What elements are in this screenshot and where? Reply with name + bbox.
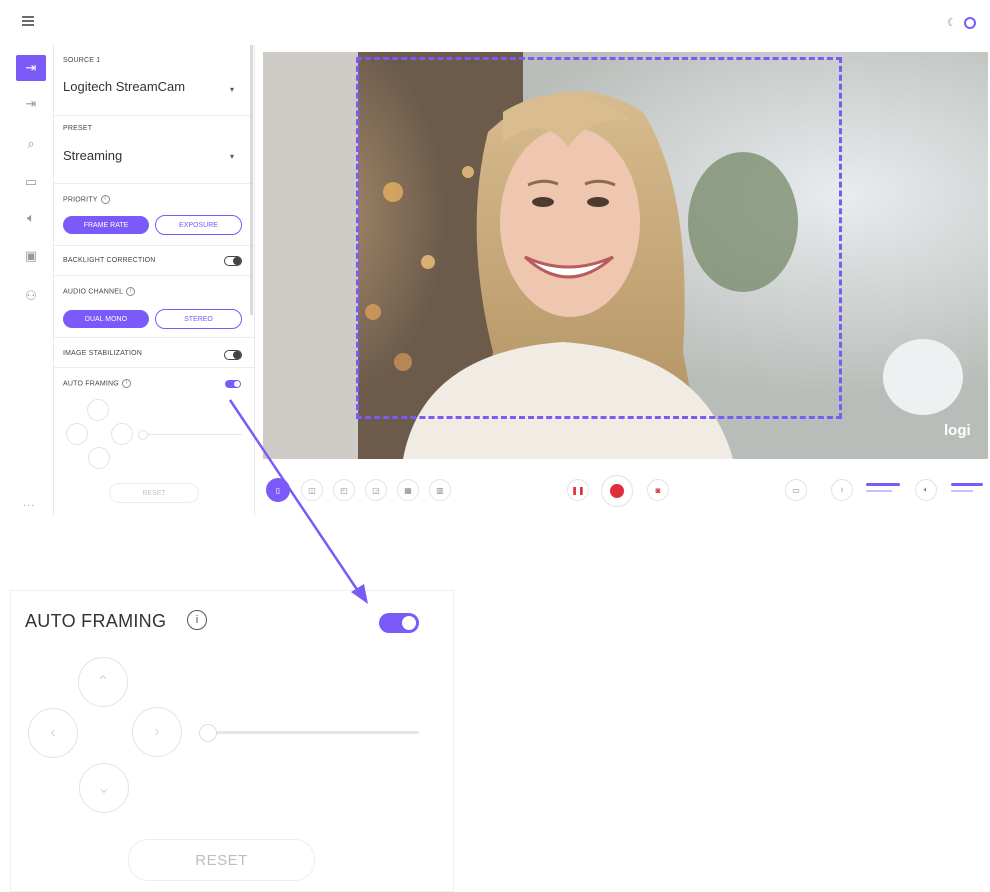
pan-down-button-large[interactable]: ⌄ xyxy=(79,763,129,813)
zoom-slider-knob-large[interactable] xyxy=(199,724,217,742)
pan-up-button[interactable] xyxy=(87,399,109,421)
dual-mono-button[interactable]: DUAL MONO xyxy=(63,310,149,328)
zoom-slider-track-large[interactable] xyxy=(207,731,419,734)
search-icon[interactable]: ⌕ xyxy=(16,131,46,157)
settings-icon[interactable] xyxy=(964,17,976,29)
layout-wide-icon[interactable]: ▥ xyxy=(429,479,451,501)
preset-label: PRESET xyxy=(63,125,93,132)
pan-left-button-large[interactable]: ‹ xyxy=(28,708,78,758)
stabilization-toggle[interactable] xyxy=(224,350,242,360)
pan-down-button[interactable] xyxy=(88,447,110,469)
audio-channel-label: AUDIO CHANNEL xyxy=(63,288,124,296)
top-bar: ☾ xyxy=(0,0,990,42)
pan-right-button-large[interactable]: › xyxy=(132,707,182,757)
speaker-icon[interactable]: 🔈︎ xyxy=(915,479,937,501)
reset-button[interactable]: RESET xyxy=(109,483,199,503)
priority-section: PRIORITY i FRAME RATE EXPOSURE xyxy=(54,183,254,246)
source-label: SOURCE 1 xyxy=(63,57,101,64)
stabilization-section: IMAGE STABILIZATION xyxy=(54,337,254,368)
layout-split-icon[interactable]: ◫ xyxy=(301,479,323,501)
preset-value[interactable]: Streaming xyxy=(63,148,122,163)
info-icon[interactable]: i xyxy=(187,610,207,630)
speaker-level-meter xyxy=(951,490,973,492)
record-button[interactable] xyxy=(601,475,633,507)
stereo-button[interactable]: STEREO xyxy=(155,309,242,329)
auto-framing-zoom-panel: AUTO FRAMING i ⌃ ‹ › ⌄ RESET xyxy=(10,590,454,892)
backlight-toggle[interactable] xyxy=(224,256,242,266)
pan-right-button[interactable] xyxy=(111,423,133,445)
control-bar: ▯ ◫ ◰ ◲ ▦ ▥ ❚❚ ◙ ▭ ♮ 🔈︎ xyxy=(263,474,988,507)
source-section[interactable]: SOURCE 1 Logitech StreamCam ▾ xyxy=(54,45,254,116)
auto-framing-toggle[interactable] xyxy=(225,380,241,388)
layout-pip-icon[interactable]: ◰ xyxy=(333,479,355,501)
moon-icon[interactable]: ☾ xyxy=(947,16,957,29)
backlight-section: BACKLIGHT CORRECTION xyxy=(54,245,254,276)
logi-watermark: logi xyxy=(944,422,971,439)
info-icon[interactable]: i xyxy=(121,379,131,388)
pan-left-button[interactable] xyxy=(66,423,88,445)
pause-icon[interactable]: ❚❚ xyxy=(567,479,589,501)
info-icon[interactable]: i xyxy=(126,287,136,296)
reset-button-large[interactable]: RESET xyxy=(128,839,315,881)
backlight-label: BACKLIGHT CORRECTION xyxy=(63,257,156,264)
layout-pip2-icon[interactable]: ◲ xyxy=(365,479,387,501)
chevron-down-icon[interactable]: ▾ xyxy=(230,152,234,161)
mic-level-meter xyxy=(866,490,892,492)
microphone-icon[interactable]: ♮ xyxy=(831,479,853,501)
stabilization-label: IMAGE STABILIZATION xyxy=(63,350,142,357)
zoom-slider-track[interactable] xyxy=(142,434,242,435)
speaker-icon[interactable]: 🔈︎ xyxy=(16,205,46,231)
auto-framing-label: AUTO FRAMING xyxy=(63,380,119,388)
info-icon[interactable]: i xyxy=(100,195,110,204)
priority-label: PRIORITY xyxy=(63,196,98,204)
layout-single-icon[interactable]: ▯ xyxy=(266,478,290,502)
more-icon[interactable]: ... xyxy=(23,497,35,509)
exposure-button[interactable]: EXPOSURE xyxy=(155,215,242,235)
camera-icon[interactable]: ▭ xyxy=(16,169,46,195)
source-2-icon[interactable]: ⇥ xyxy=(16,91,46,117)
menu-icon[interactable] xyxy=(22,16,34,26)
auto-framing-title: AUTO FRAMING xyxy=(25,611,167,631)
preset-section[interactable]: PRESET Streaming ▾ xyxy=(54,115,254,184)
settings-panel: SOURCE 1 Logitech StreamCam ▾ PRESET Str… xyxy=(53,45,255,515)
panel-scrollbar[interactable] xyxy=(250,45,253,315)
zoom-slider-knob[interactable] xyxy=(138,430,148,440)
source-value[interactable]: Logitech StreamCam xyxy=(63,79,185,94)
pan-up-button-large[interactable]: ⌃ xyxy=(78,657,128,707)
left-rail: ⇥ ⇥ ⌕ ▭ 🔈︎ ▣ ⚇ ... xyxy=(12,45,52,515)
folder-icon[interactable]: ▭ xyxy=(785,479,807,501)
speaker-level-slider[interactable] xyxy=(951,483,983,486)
fx-icon[interactable]: ▣ xyxy=(16,243,46,269)
mic-level-slider[interactable] xyxy=(866,483,900,486)
audio-channel-section: AUDIO CHANNEL i DUAL MONO STEREO xyxy=(54,275,254,338)
frame-rate-button[interactable]: FRAME RATE xyxy=(63,216,149,234)
layout-grid-icon[interactable]: ▦ xyxy=(397,479,419,501)
auto-framing-toggle-large[interactable] xyxy=(379,613,419,633)
auto-framing-section: AUTO FRAMING i RESET xyxy=(54,367,254,515)
auto-framing-box xyxy=(356,57,842,419)
snapshot-icon[interactable]: ◙ xyxy=(647,479,669,501)
user-icon[interactable]: ⚇ xyxy=(16,283,46,309)
source-in-icon[interactable]: ⇥ xyxy=(16,55,46,81)
chevron-down-icon[interactable]: ▾ xyxy=(230,85,234,94)
